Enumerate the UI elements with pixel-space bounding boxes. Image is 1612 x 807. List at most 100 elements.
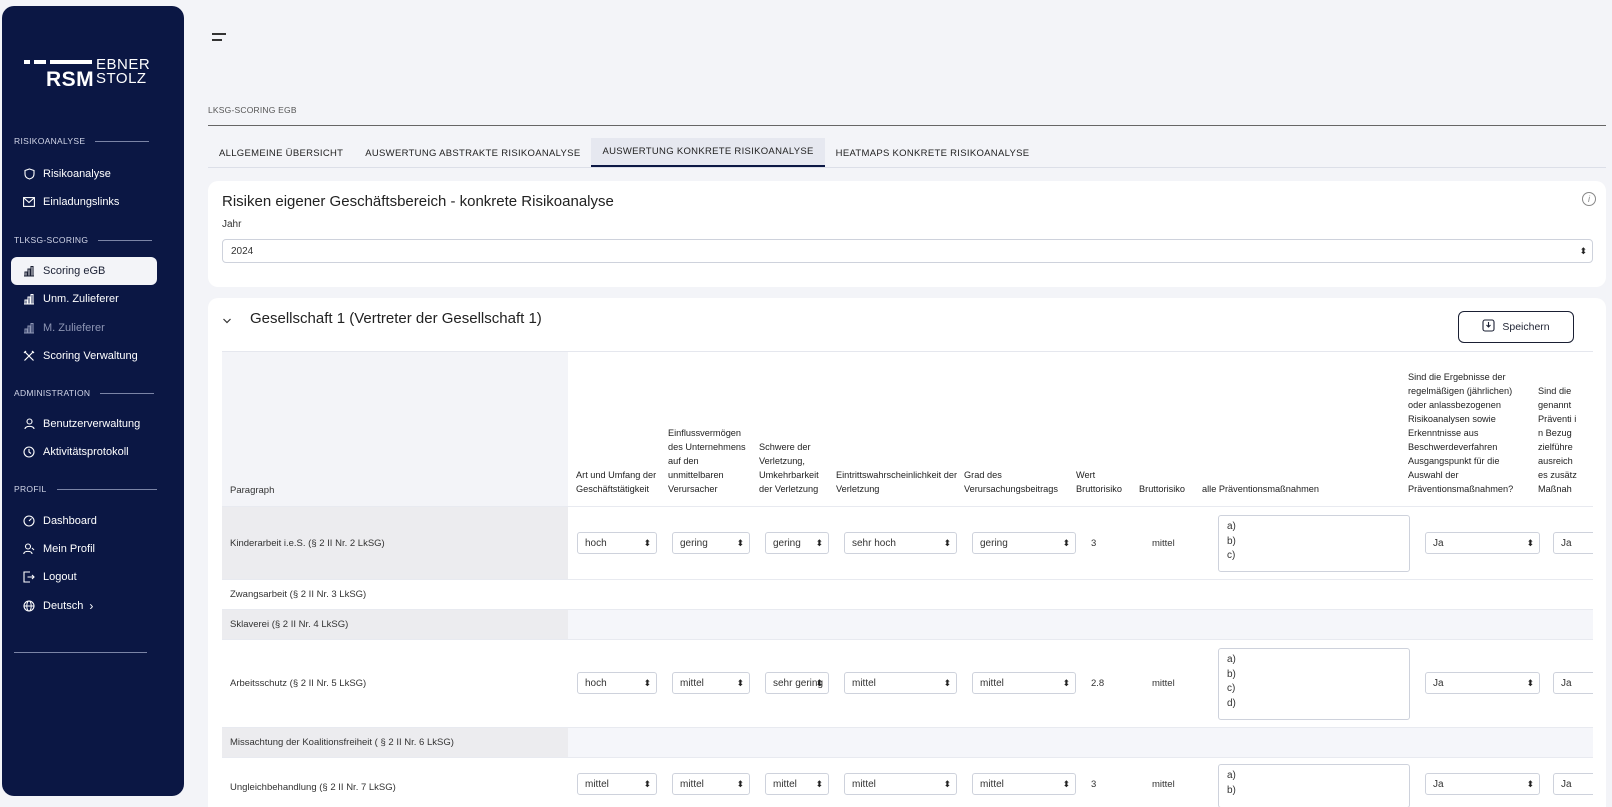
einfluss-select[interactable]: mittel bbox=[672, 773, 750, 795]
tools-icon bbox=[23, 350, 35, 362]
art-select[interactable]: hoch bbox=[577, 532, 657, 554]
eintritt-select[interactable]: sehr hoch bbox=[844, 532, 957, 554]
sidebar: RSM EBNER STOLZ RISIKOANALYSE Risikoanaly… bbox=[2, 6, 184, 796]
company-card: Gesellschaft 1 (Vertreter der Gesellscha… bbox=[208, 298, 1606, 807]
chevron-right-icon: › bbox=[89, 599, 94, 613]
breadcrumb: LKSG-SCORING EGB bbox=[208, 105, 297, 115]
nav-einladungslinks[interactable]: Einladungslinks bbox=[11, 188, 157, 216]
nav-dashboard[interactable]: Dashboard bbox=[11, 507, 157, 535]
table-row: Zwangsarbeit (§ 2 II Nr. 3 LkSG) bbox=[222, 580, 1593, 610]
tab-auswertung-konkrete[interactable]: AUSWERTUNG KONKRETE RISIKOANALYSE bbox=[591, 138, 825, 168]
nav-language-deutsch[interactable]: Deutsch › bbox=[11, 592, 157, 620]
sind-select[interactable]: Ja bbox=[1553, 672, 1593, 694]
rsm-ebner-stolz-logo[interactable]: RSM EBNER STOLZ bbox=[22, 56, 152, 92]
header-paragraph: Paragraph bbox=[222, 352, 568, 506]
praevention-textarea[interactable]: a) b) bbox=[1218, 764, 1410, 807]
table-row: Sklaverei (§ 2 II Nr. 4 LkSG) bbox=[222, 610, 1593, 640]
header-art-umfang: Art und Umfang der Geschäftstätigkeit bbox=[576, 470, 657, 494]
table-row: Ungleichbehandlung (§ 2 II Nr. 7 LkSG) m… bbox=[222, 758, 1593, 807]
dashboard-icon bbox=[23, 515, 35, 527]
chart-icon bbox=[23, 322, 35, 334]
nav-label: Scoring eGB bbox=[43, 265, 106, 277]
ergebnisse-select[interactable]: Ja bbox=[1425, 532, 1540, 554]
section-risikoanalyse: RISIKOANALYSE bbox=[14, 136, 150, 146]
nav-label: Unm. Zulieferer bbox=[43, 293, 119, 305]
sind-select[interactable]: Ja bbox=[1553, 773, 1593, 795]
bruttorisiko-value: mittel bbox=[1152, 678, 1175, 689]
info-icon[interactable]: i bbox=[1582, 192, 1596, 206]
risk-table: Paragraph Art und Umfang der Geschäftstä… bbox=[222, 352, 1593, 807]
chevron-down-icon[interactable] bbox=[222, 312, 232, 324]
wert-value: 2.8 bbox=[1091, 678, 1105, 689]
nav-label: Aktivitätsprotokoll bbox=[43, 446, 129, 458]
header-bruttorisiko: Bruttorisiko bbox=[1139, 484, 1185, 494]
praevention-textarea[interactable]: a) b) c) d) bbox=[1218, 648, 1410, 720]
row-label: Sklaverei (§ 2 II Nr. 4 LkSG) bbox=[222, 610, 568, 639]
row-label: Zwangsarbeit (§ 2 II Nr. 3 LkSG) bbox=[222, 580, 568, 609]
art-select[interactable]: mittel bbox=[577, 773, 657, 795]
shield-icon bbox=[23, 168, 35, 180]
nav-logout[interactable]: Logout bbox=[11, 563, 157, 591]
profile-icon bbox=[23, 543, 35, 555]
mail-icon bbox=[23, 196, 35, 208]
nav-aktivitaetsprotokoll[interactable]: Aktivitätsprotokoll bbox=[11, 438, 157, 466]
nav-scoring-egb[interactable]: Scoring eGB bbox=[11, 257, 157, 285]
art-select[interactable]: hoch bbox=[577, 672, 657, 694]
section-administration: ADMINISTRATION bbox=[14, 388, 155, 398]
nav-label: Mein Profil bbox=[43, 543, 95, 555]
ergebnisse-select[interactable]: Ja bbox=[1425, 773, 1540, 795]
menu-toggle-icon[interactable] bbox=[212, 31, 226, 41]
clock-icon bbox=[23, 446, 35, 458]
table-row: Missachtung der Koalitionsfreiheit ( § 2… bbox=[222, 728, 1593, 758]
header-praeventionsmassnahmen: alle Präventionsmaßnahmen bbox=[1202, 484, 1319, 494]
header-schwere: Schwere der Verletzung, Umkehrbarkeit de… bbox=[759, 442, 819, 494]
nav-mein-profil[interactable]: Mein Profil bbox=[11, 535, 157, 563]
sidebar-divider bbox=[14, 652, 147, 653]
schwere-select[interactable]: gering bbox=[765, 532, 829, 554]
header-ergebnisse-ausgangspunkt: Sind die Ergebnisse der regelmäßigen (jä… bbox=[1408, 372, 1514, 494]
globe-icon bbox=[23, 600, 35, 612]
logout-icon bbox=[23, 571, 35, 583]
einfluss-select[interactable]: gering bbox=[672, 532, 750, 554]
chart-icon bbox=[23, 265, 35, 277]
schwere-select[interactable]: mittel bbox=[765, 773, 829, 795]
wert-value: 3 bbox=[1091, 779, 1097, 790]
company-title: Gesellschaft 1 (Vertreter der Gesellscha… bbox=[250, 310, 542, 327]
eintritt-select[interactable]: mittel bbox=[844, 672, 957, 694]
page-title: Risiken eigener Geschäftsbereich - konkr… bbox=[222, 193, 614, 210]
praevention-textarea[interactable]: a) b) c) bbox=[1218, 515, 1410, 572]
nav-m-zulieferer[interactable]: M. Zulieferer bbox=[11, 314, 157, 342]
chart-icon bbox=[23, 293, 35, 305]
grad-select[interactable]: mittel bbox=[972, 773, 1076, 795]
nav-label: Dashboard bbox=[43, 515, 97, 527]
grad-select[interactable]: gering bbox=[972, 532, 1076, 554]
nav-label: Benutzerverwaltung bbox=[43, 418, 141, 430]
nav-scoring-verwaltung[interactable]: Scoring Verwaltung bbox=[11, 342, 157, 370]
nav-risikoanalyse[interactable]: Risikoanalyse bbox=[11, 160, 157, 188]
year-select[interactable]: 2024 bbox=[222, 239, 1593, 263]
tab-auswertung-abstrakte[interactable]: AUSWERTUNG ABSTRAKTE RISIKOANALYSE bbox=[354, 138, 591, 168]
sind-select[interactable]: Ja bbox=[1553, 532, 1593, 554]
row-label: Ungleichbehandlung (§ 2 II Nr. 7 LkSG) bbox=[222, 758, 568, 807]
section-profil: PROFIL bbox=[14, 484, 157, 494]
nav-benutzerverwaltung[interactable]: Benutzerverwaltung bbox=[11, 410, 157, 438]
tab-allgemeine-uebersicht[interactable]: ALLGEMEINE ÜBERSICHT bbox=[208, 138, 354, 168]
tab-heatmaps-konkrete[interactable]: HEATMAPS KONKRETE RISIKOANALYSE bbox=[825, 138, 1041, 168]
tabs-divider bbox=[208, 167, 1606, 168]
logo-rsm: RSM bbox=[46, 68, 95, 91]
nav-label: M. Zulieferer bbox=[43, 322, 105, 334]
section-tlksg-scoring: TLKSG-SCORING bbox=[14, 235, 153, 245]
analysis-header-card: Risiken eigener Geschäftsbereich - konkr… bbox=[208, 181, 1606, 287]
einfluss-select[interactable]: mittel bbox=[672, 672, 750, 694]
save-icon bbox=[1482, 319, 1495, 335]
grad-select[interactable]: mittel bbox=[972, 672, 1076, 694]
nav-label: Deutsch bbox=[43, 600, 84, 612]
row-label: Kinderarbeit i.e.S. (§ 2 II Nr. 2 LkSG) bbox=[222, 507, 568, 579]
eintritt-select[interactable]: mittel bbox=[844, 773, 957, 795]
save-button[interactable]: Speichern bbox=[1458, 311, 1574, 343]
row-label: Missachtung der Koalitionsfreiheit ( § 2… bbox=[222, 728, 568, 757]
schwere-select[interactable]: sehr gering bbox=[765, 672, 829, 694]
breadcrumb-divider bbox=[208, 125, 1606, 126]
ergebnisse-select[interactable]: Ja bbox=[1425, 672, 1540, 694]
nav-unm-zulieferer[interactable]: Unm. Zulieferer bbox=[11, 285, 157, 313]
